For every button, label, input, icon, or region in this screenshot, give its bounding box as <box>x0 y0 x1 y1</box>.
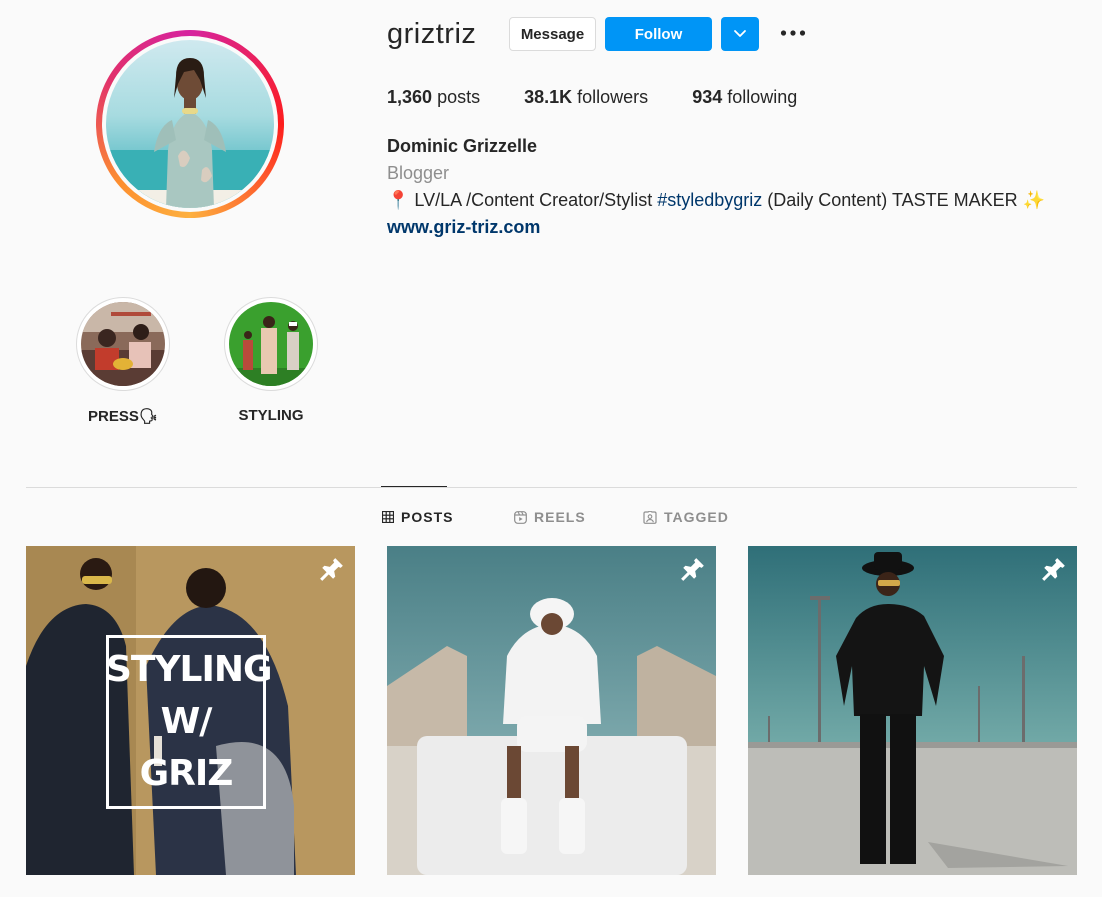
following-stat[interactable]: 934 following <box>692 87 797 108</box>
tagged-icon <box>643 510 657 524</box>
bio-text: 📍 LV/LA /Content Creator/Stylist <box>387 190 658 210</box>
overlay-line: GRIZ <box>139 753 234 794</box>
bio-hashtag-link[interactable]: #styledbygriz <box>657 190 762 210</box>
posts-label: posts <box>437 87 481 107</box>
chevron-down-icon <box>734 30 746 37</box>
post-thumbnail[interactable] <box>387 546 716 875</box>
avatar[interactable] <box>106 40 274 208</box>
tab-label: TAGGED <box>664 509 729 525</box>
highlight-ring <box>224 297 318 391</box>
tab-label: REELS <box>534 509 586 525</box>
highlight-cover-image <box>81 302 165 386</box>
pinned-icon <box>320 558 343 581</box>
highlight-ring <box>76 297 170 391</box>
profile-stats: 1,360 posts 38.1K followers 934 followin… <box>387 87 797 108</box>
message-button[interactable]: Message <box>509 17 596 51</box>
post-image <box>748 546 1077 875</box>
highlight-press[interactable]: PRESS🗣 <box>75 297 171 425</box>
pinned-icon <box>681 558 704 581</box>
followers-label: followers <box>577 87 649 107</box>
more-options-button[interactable] <box>778 18 808 48</box>
highlight-label: PRESS🗣 <box>88 408 158 425</box>
profile-avatar-ring[interactable] <box>96 30 284 218</box>
active-tab-indicator <box>381 486 447 487</box>
profile-category: Blogger <box>387 163 450 183</box>
post-image <box>387 546 716 875</box>
highlight-cover-image <box>229 302 313 386</box>
profile-full-name: Dominic Grizzelle <box>387 136 538 156</box>
post-thumbnail[interactable]: STYLING W/ GRIZ <box>26 546 355 875</box>
avatar-border <box>102 36 278 212</box>
reels-icon <box>514 510 527 524</box>
posts-count-stat: 1,360 posts <box>387 87 480 108</box>
highlight-label: STYLING <box>238 407 304 424</box>
avatar-photo <box>106 58 274 208</box>
profile-bio: 📍 LV/LA /Content Creator/Stylist #styled… <box>387 190 1045 211</box>
suggested-accounts-dropdown-button[interactable] <box>721 17 759 51</box>
more-options-icon <box>780 30 806 36</box>
profile-website-link[interactable]: www.griz-triz.com <box>387 217 540 238</box>
tab-reels[interactable]: REELS <box>514 509 586 525</box>
tab-posts[interactable]: POSTS <box>382 509 453 525</box>
overlay-line: STYLING <box>106 649 273 690</box>
pinned-icon <box>1042 558 1065 581</box>
profile-username: griztriz <box>387 18 477 50</box>
post-thumbnail[interactable] <box>748 546 1077 875</box>
followers-count: 38.1K <box>524 87 573 107</box>
follow-button[interactable]: Follow <box>605 17 712 51</box>
following-count: 934 <box>692 87 723 107</box>
posts-count: 1,360 <box>387 87 433 107</box>
tab-label: POSTS <box>401 509 454 525</box>
bio-text-suffix: (Daily Content) TASTE MAKER ✨ <box>762 190 1046 210</box>
followers-stat[interactable]: 38.1K followers <box>524 87 648 108</box>
grid-icon <box>382 511 394 523</box>
tab-tagged[interactable]: TAGGED <box>643 509 729 525</box>
highlight-styling[interactable]: STYLING <box>223 297 319 424</box>
post-overlay-text: STYLING W/ GRIZ <box>106 644 273 800</box>
tabs-divider <box>26 487 1077 488</box>
following-label: following <box>727 87 798 107</box>
overlay-line: W/ <box>160 701 213 742</box>
